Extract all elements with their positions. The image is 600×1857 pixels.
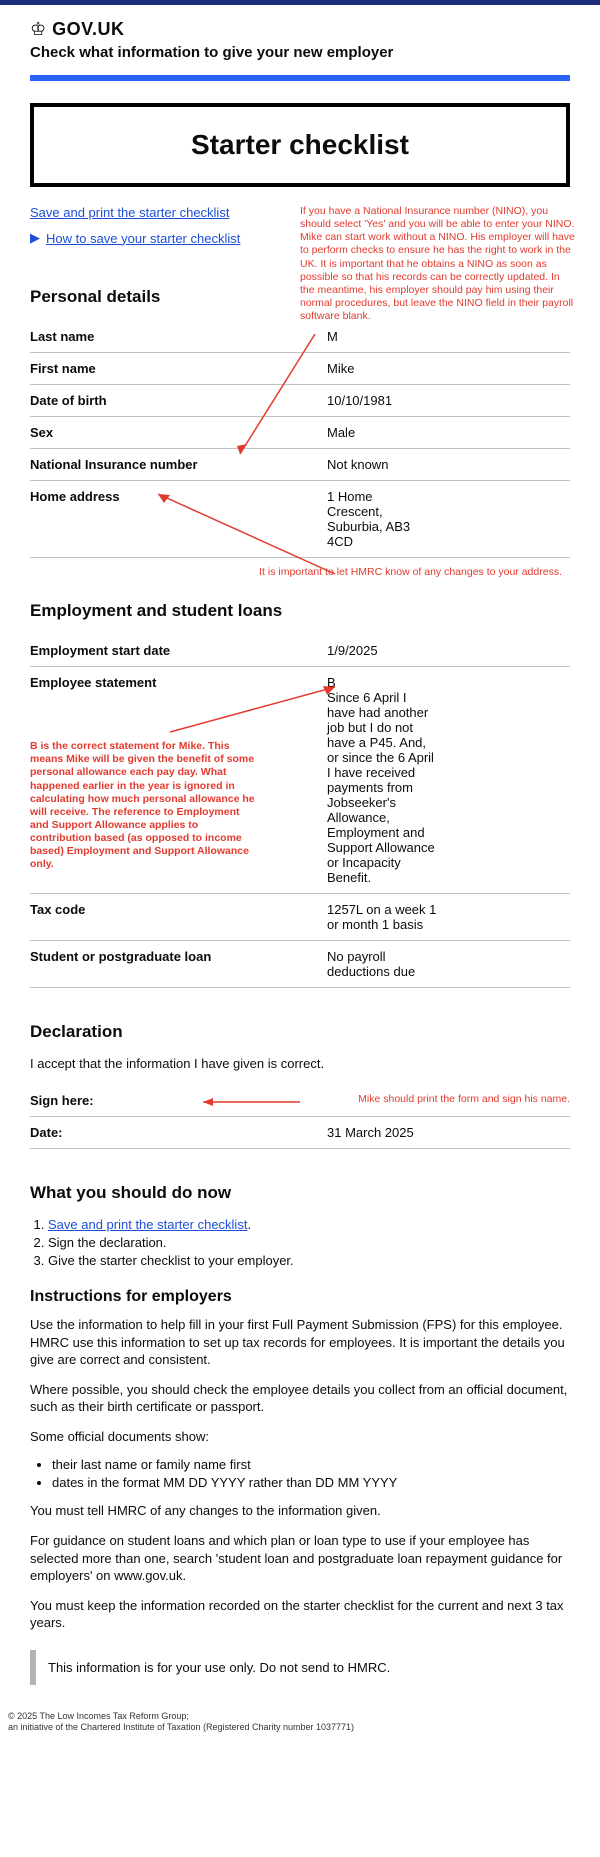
next-heading: What you should do now bbox=[30, 1183, 570, 1203]
row-dob: Date of birth 10/10/1981 bbox=[30, 385, 570, 417]
crown-icon: ♔ bbox=[30, 19, 46, 40]
bullet-2: dates in the format MM DD YYYY rather th… bbox=[52, 1475, 570, 1490]
page-footer: © 2025 The Low Incomes Tax Reform Group;… bbox=[0, 1705, 600, 1744]
annotation-address: It is important to let HMRC know of any … bbox=[30, 566, 570, 579]
value-dob: 10/10/1981 bbox=[327, 393, 570, 408]
employers-p1: Use the information to help fill in your… bbox=[30, 1316, 570, 1369]
value-first-name: Mike bbox=[327, 361, 570, 376]
label-last-name: Last name bbox=[30, 329, 327, 344]
value-address: 1 Home Crescent, Suburbia, AB3 4CD bbox=[327, 489, 427, 549]
footer-line1: © 2025 The Low Incomes Tax Reform Group; bbox=[8, 1711, 592, 1723]
disclosure-triangle-icon: ▶ bbox=[30, 230, 40, 246]
site-header: ♔ GOV.UK bbox=[30, 19, 570, 40]
row-address: Home address 1 Home Crescent, Suburbia, … bbox=[30, 481, 570, 558]
step-1: Save and print the starter checklist. bbox=[48, 1217, 570, 1232]
row-nino: National Insurance number Not known bbox=[30, 449, 570, 481]
row-emp-start: Employment start date 1/9/2025 bbox=[30, 635, 570, 667]
employment-heading: Employment and student loans bbox=[30, 601, 570, 621]
site-name: GOV.UK bbox=[52, 19, 124, 40]
next-steps-list: Save and print the starter checklist. Si… bbox=[48, 1217, 570, 1268]
row-first-name: First name Mike bbox=[30, 353, 570, 385]
bullet-1: their last name or family name first bbox=[52, 1457, 570, 1472]
notice-box: This information is for your use only. D… bbox=[30, 1650, 570, 1685]
value-last-name: M bbox=[327, 329, 570, 344]
label-address: Home address bbox=[30, 489, 327, 549]
step-3: Give the starter checklist to your emplo… bbox=[48, 1253, 570, 1268]
value-nino: Not known bbox=[327, 457, 570, 472]
label-first-name: First name bbox=[30, 361, 327, 376]
checklist-title-box: Starter checklist bbox=[30, 103, 570, 187]
value-sex: Male bbox=[327, 425, 570, 440]
employers-heading: Instructions for employers bbox=[30, 1288, 570, 1306]
row-sex: Sex Male bbox=[30, 417, 570, 449]
value-taxcode: 1257L on a week 1 or month 1 basis bbox=[327, 902, 437, 932]
tool-title: Check what information to give your new … bbox=[30, 44, 570, 61]
label-sign: Sign here: bbox=[30, 1093, 327, 1108]
row-emp-statement-wrap: Employee statement B is the correct stat… bbox=[30, 667, 570, 894]
footer-line2: an initiative of the Chartered Institute… bbox=[8, 1722, 592, 1734]
label-emp-statement: Employee statement B is the correct stat… bbox=[30, 675, 327, 871]
label-taxcode: Tax code bbox=[30, 902, 327, 932]
checklist-title: Starter checklist bbox=[44, 129, 556, 161]
row-date: Date: 31 March 2025 bbox=[30, 1117, 570, 1149]
label-emp-start: Employment start date bbox=[30, 643, 327, 658]
annotation-sign: Mike should print the form and sign his … bbox=[327, 1093, 570, 1108]
label-loan: Student or postgraduate loan bbox=[30, 949, 327, 979]
how-to-save-link[interactable]: How to save your starter checklist bbox=[46, 231, 240, 246]
links-and-annotation-area: Save and print the starter checklist ▶ H… bbox=[30, 205, 570, 265]
value-date: 31 March 2025 bbox=[327, 1125, 570, 1140]
sign-row-wrap: Sign here: Mike should print the form an… bbox=[30, 1085, 570, 1117]
row-emp-statement: Employee statement B is the correct stat… bbox=[30, 667, 570, 894]
page-container: ♔ GOV.UK Check what information to give … bbox=[0, 5, 600, 1705]
notice-text: This information is for your use only. D… bbox=[48, 1660, 390, 1675]
value-emp-statement: B Since 6 April I have had another job b… bbox=[327, 675, 437, 885]
value-loan: No payroll deductions due bbox=[327, 949, 447, 979]
label-emp-statement-text: Employee statement bbox=[30, 675, 156, 690]
label-dob: Date of birth bbox=[30, 393, 327, 408]
row-loan: Student or postgraduate loan No payroll … bbox=[30, 941, 570, 988]
row-taxcode: Tax code 1257L on a week 1 or month 1 ba… bbox=[30, 894, 570, 941]
employers-p2: Where possible, you should check the emp… bbox=[30, 1381, 570, 1416]
label-date: Date: bbox=[30, 1125, 327, 1140]
label-nino: National Insurance number bbox=[30, 457, 327, 472]
employers-p3: Some official documents show: bbox=[30, 1428, 570, 1446]
label-sex: Sex bbox=[30, 425, 327, 440]
step-1-link[interactable]: Save and print the starter checklist bbox=[48, 1217, 247, 1232]
annotation-nino: If you have a National Insurance number … bbox=[300, 205, 575, 323]
employers-p4: You must tell HMRC of any changes to the… bbox=[30, 1502, 570, 1520]
employers-p6: You must keep the information recorded o… bbox=[30, 1597, 570, 1632]
blue-divider bbox=[30, 75, 570, 81]
step-2: Sign the declaration. bbox=[48, 1235, 570, 1250]
row-sign: Sign here: Mike should print the form an… bbox=[30, 1085, 570, 1117]
value-emp-start: 1/9/2025 bbox=[327, 643, 570, 658]
employers-bullets: their last name or family name first dat… bbox=[52, 1457, 570, 1490]
employers-p5: For guidance on student loans and which … bbox=[30, 1532, 570, 1585]
annotation-statement-b: B is the correct statement for Mike. Thi… bbox=[30, 740, 260, 871]
row-last-name: Last name M bbox=[30, 321, 570, 353]
declaration-intro: I accept that the information I have giv… bbox=[30, 1056, 570, 1071]
declaration-heading: Declaration bbox=[30, 1022, 570, 1042]
